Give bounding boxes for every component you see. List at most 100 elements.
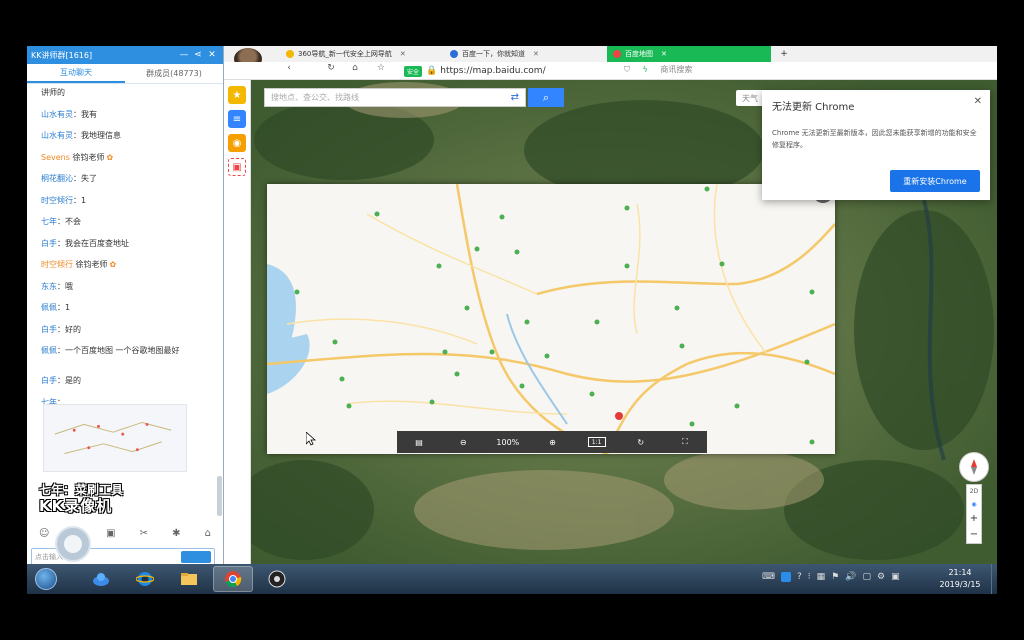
- shield-icon[interactable]: ⛉: [624, 65, 630, 74]
- clock-date: 2019/3/15: [939, 580, 981, 589]
- compass-needle: [971, 459, 977, 475]
- taskbar-internet-explorer[interactable]: [125, 566, 165, 592]
- tab-chat[interactable]: 互动聊天: [27, 64, 125, 83]
- taskbar-file-explorer[interactable]: [169, 566, 209, 592]
- tab-close-icon[interactable]: ✕: [400, 50, 406, 58]
- zoom-in-icon[interactable]: ⊕: [541, 434, 563, 450]
- action-center-icon[interactable]: ▣: [891, 572, 900, 582]
- message-sender[interactable]: 时空倾行: [41, 196, 73, 205]
- weather-button[interactable]: 天气: [736, 90, 764, 106]
- reinstall-chrome-button[interactable]: 重新安装Chrome: [890, 170, 980, 192]
- taskbar-baidu-netdisk[interactable]: [81, 566, 121, 592]
- tab-close-icon[interactable]: ✕: [661, 50, 667, 58]
- send-button[interactable]: [181, 551, 211, 563]
- zoom-in-button[interactable]: +: [970, 514, 978, 524]
- favorite-star-icon[interactable]: ★: [228, 86, 246, 104]
- settings-icon[interactable]: ⚙: [877, 572, 885, 582]
- message-sender[interactable]: 时空倾行: [41, 260, 73, 269]
- show-desktop-button[interactable]: [991, 564, 997, 594]
- chat-message: 讲师的: [41, 88, 209, 110]
- message-sender[interactable]: 白手: [41, 325, 57, 334]
- eye-icon[interactable]: ◉: [971, 501, 976, 508]
- ie-icon: [136, 572, 154, 586]
- map-search-input[interactable]: 搜地点、查公交、找路线 ⇄: [264, 88, 526, 107]
- message-sender[interactable]: 佩佩: [41, 303, 57, 312]
- chat-message: 七年：不会: [41, 217, 209, 239]
- tab-label: 百度地图: [625, 50, 653, 58]
- start-button[interactable]: [29, 564, 63, 594]
- list-icon[interactable]: ≡: [228, 110, 246, 128]
- help-icon[interactable]: ?: [797, 572, 802, 582]
- message-sender[interactable]: 桐花翻沁: [41, 174, 73, 183]
- map-type-2d-button[interactable]: 2D: [970, 488, 978, 495]
- browser-tab-baidu[interactable]: 百度一下，你就知道 ✕: [444, 46, 604, 62]
- message-text: ：1: [57, 303, 71, 312]
- chat-message: 山水有灵：我地理信息: [41, 131, 209, 153]
- chat-message: 时空倾行 徐钧老师 ✿: [41, 260, 209, 282]
- dialog-close-icon[interactable]: ✕: [974, 96, 982, 107]
- bolt-icon[interactable]: ϟ: [643, 65, 648, 74]
- message-sender[interactable]: 山水有灵: [41, 131, 73, 140]
- input-method-icon[interactable]: ⌨: [762, 572, 775, 582]
- share-icon[interactable]: ⋖: [191, 50, 205, 60]
- toolbar-link[interactable]: 商讯搜索: [660, 65, 692, 74]
- bookmark-star-icon[interactable]: ☆: [374, 63, 388, 73]
- volume-icon[interactable]: 🔊: [845, 572, 856, 582]
- image-icon[interactable]: ▣: [106, 528, 115, 539]
- app-tray-icon[interactable]: ▢: [862, 572, 871, 582]
- gift-icon[interactable]: ✱: [172, 528, 180, 539]
- eye-icon[interactable]: ◉: [228, 134, 246, 152]
- system-clock[interactable]: 21:14 2019/3/15: [927, 567, 993, 591]
- browser-tab-360[interactable]: 360导航_新一代安全上网导航 ✕: [280, 46, 442, 62]
- system-tray: ⌨ ? ⁝ ▦ ⚑ 🔊 ▢ ⚙ ▣: [762, 572, 900, 582]
- message-sender[interactable]: 白手: [41, 239, 57, 248]
- tab-members[interactable]: 群成员(48773): [125, 64, 223, 83]
- reload-icon[interactable]: ↻: [324, 63, 338, 73]
- address-bar[interactable]: 安全 🔒 https://map.baidu.com/: [404, 64, 612, 78]
- emoji-icon[interactable]: ☺: [39, 528, 49, 539]
- message-sender[interactable]: 白手: [41, 376, 57, 385]
- search-button[interactable]: ⌕: [528, 88, 564, 107]
- chat-titlebar[interactable]: KK讲师群[1616] — ⋖ ✕: [27, 46, 223, 64]
- lock-icon: 🔒: [426, 66, 438, 76]
- message-sender[interactable]: 山水有灵: [41, 110, 73, 119]
- qq-icon[interactable]: [781, 572, 791, 582]
- more-icon[interactable]: ⌂: [205, 528, 211, 539]
- new-tab-button[interactable]: +: [777, 46, 791, 62]
- zoom-out-icon[interactable]: ⊖: [452, 434, 474, 450]
- fullscreen-icon[interactable]: ⛶: [674, 434, 696, 450]
- image-viewer-toolbar: ▤ ⊖ 100% ⊕ 1:1 ↻ ⛶: [397, 431, 707, 453]
- chat-message: 佩佩：1: [41, 303, 209, 325]
- taskbar-chrome[interactable]: [213, 566, 253, 592]
- chat-message: 东东：哦: [41, 282, 209, 304]
- mouse-cursor-icon: [306, 432, 316, 446]
- dialog-body: Chrome 无法更新至最新版本，因此您未能获享新增的功能和安全修复程序。: [772, 129, 977, 149]
- taskbar-kk-recorder[interactable]: [257, 566, 297, 592]
- message-sender[interactable]: 东东: [41, 282, 57, 291]
- zoom-out-button[interactable]: −: [970, 530, 978, 540]
- gift-icon[interactable]: ▣: [228, 158, 246, 176]
- flag-icon[interactable]: ⚑: [831, 572, 839, 582]
- save-icon[interactable]: ▤: [408, 434, 430, 450]
- route-icon[interactable]: ⇄: [511, 92, 519, 103]
- compass-icon[interactable]: [959, 452, 989, 482]
- rotate-icon[interactable]: ↻: [630, 434, 652, 450]
- message-text: ：1: [73, 195, 87, 205]
- minimize-icon[interactable]: —: [177, 50, 191, 60]
- tray-expand-icon[interactable]: ⁝: [808, 572, 811, 582]
- close-icon[interactable]: ✕: [205, 50, 219, 60]
- tab-label: 360导航_新一代安全上网导航: [298, 50, 392, 58]
- actual-size-button[interactable]: 1:1: [586, 434, 608, 450]
- back-icon[interactable]: ‹: [282, 63, 296, 73]
- message-sender[interactable]: Sevens: [41, 153, 70, 162]
- screenshot-icon[interactable]: ✂: [140, 528, 148, 539]
- network-icon[interactable]: ▦: [817, 572, 826, 582]
- browser-tab-baidu-map[interactable]: 百度地图 ✕: [607, 46, 771, 62]
- message-sender[interactable]: 佩佩: [41, 346, 57, 355]
- message-sender[interactable]: 七年: [41, 217, 57, 226]
- map-zoom-controls: 2D ◉ + −: [966, 484, 982, 544]
- home-icon[interactable]: ⌂: [348, 63, 362, 73]
- chat-shared-image[interactable]: [43, 404, 187, 472]
- chat-scrollbar[interactable]: [217, 476, 222, 516]
- tab-close-icon[interactable]: ✕: [533, 50, 539, 58]
